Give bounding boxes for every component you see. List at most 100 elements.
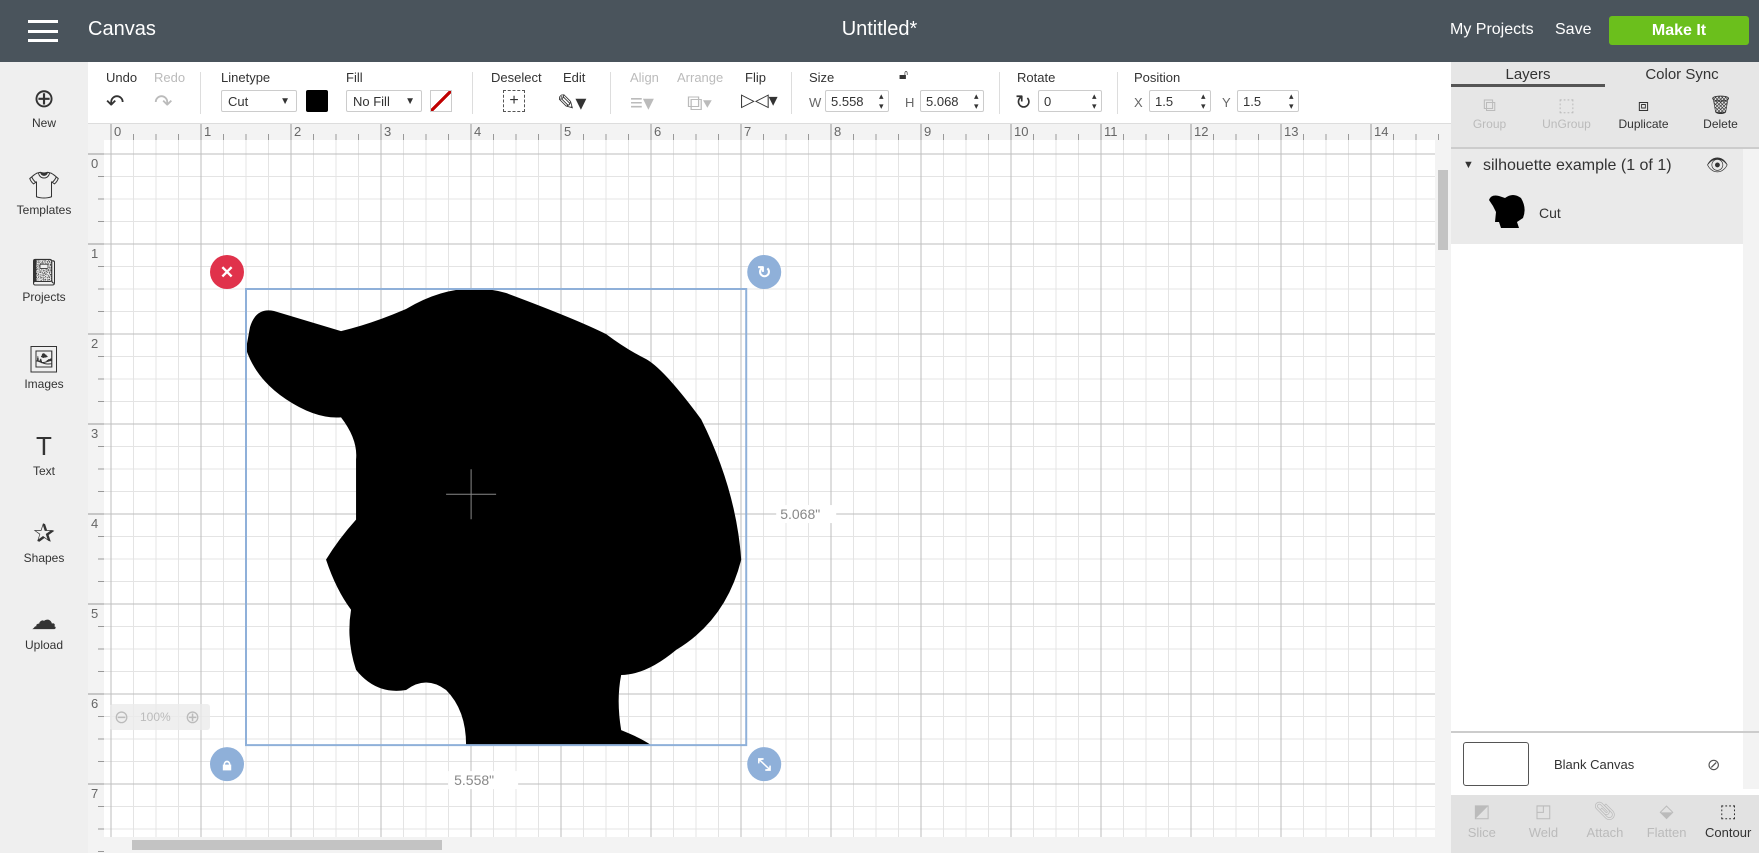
vertical-ruler — [88, 124, 104, 853]
group-label: Group — [1472, 117, 1507, 131]
arrange-icon: ⧉▾ — [687, 90, 712, 115]
contour-button[interactable]: ⬚ Contour — [1697, 795, 1759, 853]
divider — [472, 72, 473, 114]
tab-layers[interactable]: Layers — [1451, 62, 1605, 87]
lock-proportions-icon[interactable]: 🔓︎ — [899, 66, 908, 83]
deselect-button[interactable]: Deselect + — [491, 70, 542, 112]
undo-button[interactable]: Undo ↶ — [106, 70, 137, 115]
height-input[interactable]: 5.068 — [920, 90, 984, 112]
flip-button[interactable]: Flip ▷◁▾ — [741, 70, 778, 110]
ruler-y-label: 2 — [91, 336, 98, 351]
hamburger-menu-icon[interactable] — [28, 20, 58, 42]
duplicate-button[interactable]: ⧈ Duplicate — [1605, 87, 1682, 147]
collapse-arrow-icon[interactable]: ▼ — [1463, 159, 1474, 171]
make-it-button[interactable]: Make It — [1609, 16, 1749, 45]
ruler-x-label: 2 — [294, 124, 301, 139]
zoom-out-button[interactable]: ⊖ — [114, 707, 129, 728]
align-label: Align — [630, 70, 659, 85]
sidebar-item-label: Text — [32, 464, 55, 478]
save-button[interactable]: Save — [1555, 21, 1591, 39]
arrange-button[interactable]: Arrange ⧉▾ — [677, 70, 724, 115]
design-canvas[interactable]: 0 1 2 3 4 5 6 7 8 9 10 11 12 13 14 0 1 2 3 4 5 6 7 ✕ ↻ 🔒︎ ⤡ 5.558" 5… — [88, 124, 1451, 853]
attach-label: Attach — [1586, 825, 1624, 840]
deselect-label: Deselect — [491, 70, 542, 85]
resize-handle-icon[interactable]: ⤡ — [747, 747, 782, 782]
divider — [200, 72, 201, 114]
align-button[interactable]: Align ≡▾ — [630, 70, 659, 115]
linetype-color-swatch[interactable] — [306, 90, 328, 112]
redo-label: Redo — [154, 70, 186, 85]
flatten-icon: ⬙ — [1659, 801, 1674, 821]
height-dimension: 5.068" — [780, 506, 820, 522]
ruler-x-label: 12 — [1194, 124, 1208, 139]
layer-group[interactable]: ▼ silhouette example (1 of 1) 👁︎ Cut — [1451, 149, 1743, 244]
ruler-x-label: 10 — [1014, 124, 1028, 139]
sidebar-item-projects[interactable]: 📓︎ Projects — [0, 254, 88, 304]
plus-circle-icon: ⊕ — [33, 83, 55, 113]
ruler-y-label: 5 — [91, 606, 98, 621]
rotate-label: Rotate — [1017, 70, 1056, 85]
fill-select[interactable]: No Fill ▼ — [346, 90, 422, 112]
width-input[interactable]: 5.558 — [825, 90, 889, 112]
eye-icon[interactable]: 👁︎ — [1706, 155, 1729, 176]
image-icon: 🖼︎ — [27, 344, 61, 374]
vertical-scrollbar-thumb[interactable] — [1438, 170, 1448, 250]
layer-label: Cut — [1539, 205, 1561, 221]
h-label: H — [905, 95, 915, 110]
horizontal-scrollbar-thumb[interactable] — [132, 840, 442, 850]
tab-color-sync[interactable]: Color Sync — [1605, 62, 1759, 87]
edit-button[interactable]: Edit ✎▾ — [557, 70, 586, 115]
sidebar-item-text[interactable]: T Text — [0, 428, 88, 478]
edit-icon: ✎▾ — [557, 90, 587, 115]
fill-color-swatch[interactable] — [430, 90, 452, 112]
contour-icon: ⬚ — [1719, 801, 1737, 821]
panel-scrollbar[interactable] — [1743, 149, 1759, 789]
lock-handle-icon[interactable]: 🔒︎ — [210, 747, 244, 782]
blank-canvas-swatch[interactable] — [1463, 742, 1529, 786]
ruler-y-label: 3 — [91, 426, 98, 441]
sidebar-item-upload[interactable]: ☁ Upload — [0, 602, 88, 652]
linetype-select[interactable]: Cut ▼ — [221, 90, 297, 112]
delete-handle-icon[interactable]: ✕ — [210, 255, 244, 289]
linetype-label: Linetype — [221, 70, 271, 85]
x-label: X — [1134, 95, 1143, 110]
deselect-icon: + — [503, 90, 525, 112]
sidebar-item-templates[interactable]: 👕︎ Templates — [0, 167, 88, 217]
zoom-in-button[interactable]: ⊕ — [185, 707, 200, 728]
redo-button[interactable]: Redo ↷ — [154, 70, 186, 115]
sidebar-item-label: Upload — [24, 638, 64, 652]
w-label: W — [809, 95, 822, 110]
ruler-x-label: 4 — [474, 124, 481, 139]
delete-label: Delete — [1703, 117, 1738, 131]
attach-button[interactable]: 📎︎ Attach — [1574, 795, 1636, 853]
y-position-input[interactable]: 1.5 — [1237, 90, 1299, 112]
arrange-label: Arrange — [677, 70, 724, 85]
linetype-value: Cut — [228, 94, 249, 109]
sidebar-item-shapes[interactable]: ✰ Shapes — [0, 515, 88, 565]
edit-label: Edit — [563, 70, 586, 85]
x-position-input[interactable]: 1.5 — [1149, 90, 1211, 112]
duplicate-icon: ⧈ — [1637, 95, 1650, 115]
my-projects-link[interactable]: My Projects — [1450, 21, 1534, 39]
rotate-input[interactable]: 0 — [1038, 90, 1102, 112]
flatten-button[interactable]: ⬙ Flatten — [1636, 795, 1698, 853]
ruler-y-label: 4 — [91, 516, 98, 531]
blank-canvas-label: Blank Canvas — [1554, 757, 1635, 772]
slice-button[interactable]: ◩ Slice — [1451, 795, 1513, 853]
ruler-y-label: 0 — [91, 156, 98, 171]
ruler-x-label: 8 — [834, 124, 841, 139]
ungroup-label: UnGroup — [1542, 117, 1591, 131]
ungroup-button[interactable]: ⬚ UnGroup — [1528, 87, 1605, 147]
group-button[interactable]: ⧉ Group — [1451, 87, 1528, 147]
sidebar-item-images[interactable]: 🖼︎ Images — [0, 341, 88, 391]
sidebar-item-label: Shapes — [23, 551, 65, 565]
canvas-grid: 0 1 2 3 4 5 6 7 8 9 10 11 12 13 1401234567✕ ↻🔒︎ ⤡5.558"5… — [88, 124, 1451, 853]
sidebar-item-new[interactable]: ⊕ New — [0, 80, 88, 130]
ruler-x-label: 6 — [654, 124, 661, 139]
eye-hidden-icon[interactable]: ⊘ — [1707, 755, 1720, 775]
weld-button[interactable]: ◰ Weld — [1513, 795, 1575, 853]
delete-button[interactable]: 🗑︎ Delete — [1682, 87, 1759, 147]
rotate-handle-icon[interactable]: ↻ — [747, 255, 782, 289]
flatten-label: Flatten — [1646, 825, 1687, 840]
svg-text:↻: ↻ — [757, 263, 771, 282]
